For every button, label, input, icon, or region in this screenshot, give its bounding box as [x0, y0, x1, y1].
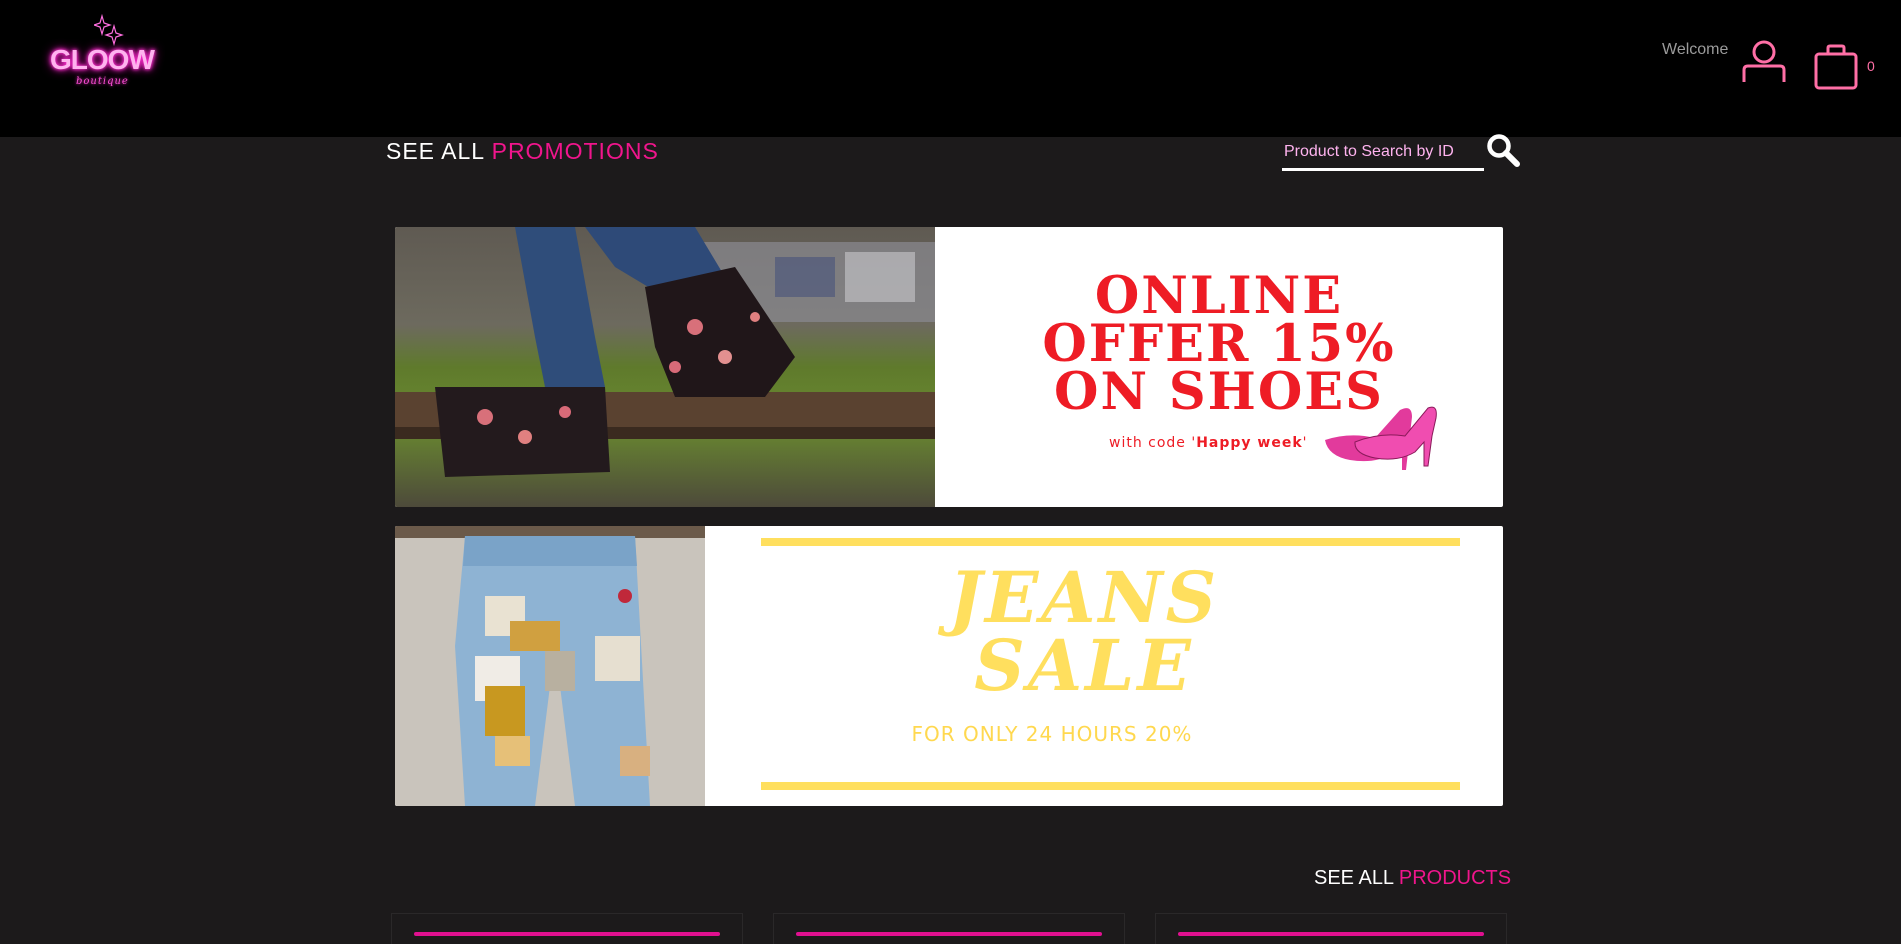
boots-photo	[395, 227, 935, 507]
jeans-sale-line-1: JEANS	[948, 556, 1220, 639]
shoes-offer-line-2: OFFER 15%	[1042, 314, 1396, 374]
code-suffix: '	[1302, 435, 1308, 451]
promo-banner-shoes[interactable]: ONLINE OFFER 15% ON SHOES with code 'Hap…	[395, 227, 1503, 507]
product-card[interactable]	[1155, 913, 1507, 944]
user-icon[interactable]	[1741, 40, 1787, 84]
product-card-accent	[796, 932, 1102, 936]
jeans-sale-line-2: SALE	[974, 624, 1194, 707]
shoes-offer-line-1: ONLINE	[1094, 266, 1344, 326]
product-search-input[interactable]	[1282, 136, 1484, 171]
shopping-bag-icon[interactable]	[1813, 44, 1861, 90]
jeans-sale-subtitle: FOR ONLY 24 HOURS 20%	[911, 722, 1193, 746]
promo-banner-jeans[interactable]: JEANS SALE FOR ONLY 24 HOURS 20%	[395, 526, 1503, 806]
product-card[interactable]	[391, 913, 743, 944]
cart-count-badge: 0	[1867, 58, 1875, 74]
shoes-offer-code-text: with code 'Happy week'	[1109, 435, 1308, 451]
product-card-accent	[414, 932, 720, 936]
see-all-label: SEE ALL	[386, 138, 485, 164]
product-card-accent	[1178, 932, 1484, 936]
top-divider	[761, 538, 1460, 546]
top-navigation-bar: GLOOW boutique Welcome 0	[0, 0, 1901, 137]
gloow-logo[interactable]: GLOOW boutique	[44, 14, 155, 87]
sparkle-icon	[94, 14, 124, 47]
logo-wordmark: GLOOW	[50, 44, 155, 75]
code-prefix: with code '	[1109, 435, 1197, 451]
products-section-title[interactable]: SEE ALL PRODUCTS	[1314, 867, 1511, 890]
high-heels-icon	[1325, 406, 1437, 470]
jeans-sale-headline: JEANS SALE	[685, 556, 1483, 707]
code-value: Happy week	[1196, 435, 1303, 451]
jeans-photo	[395, 526, 705, 806]
welcome-text: Welcome	[1662, 41, 1729, 58]
products-label: PRODUCTS	[1398, 867, 1512, 889]
bottom-divider	[761, 782, 1460, 790]
shoes-offer-headline: ONLINE OFFER 15% ON SHOES	[935, 266, 1503, 418]
search-icon[interactable]	[1486, 133, 1520, 167]
product-card[interactable]	[773, 913, 1125, 944]
logo-subtext: boutique	[76, 76, 129, 87]
promotions-label: PROMOTIONS	[491, 138, 659, 164]
see-all-label: SEE ALL	[1314, 867, 1394, 889]
promotions-section-title[interactable]: SEE ALL PROMOTIONS	[386, 138, 659, 165]
